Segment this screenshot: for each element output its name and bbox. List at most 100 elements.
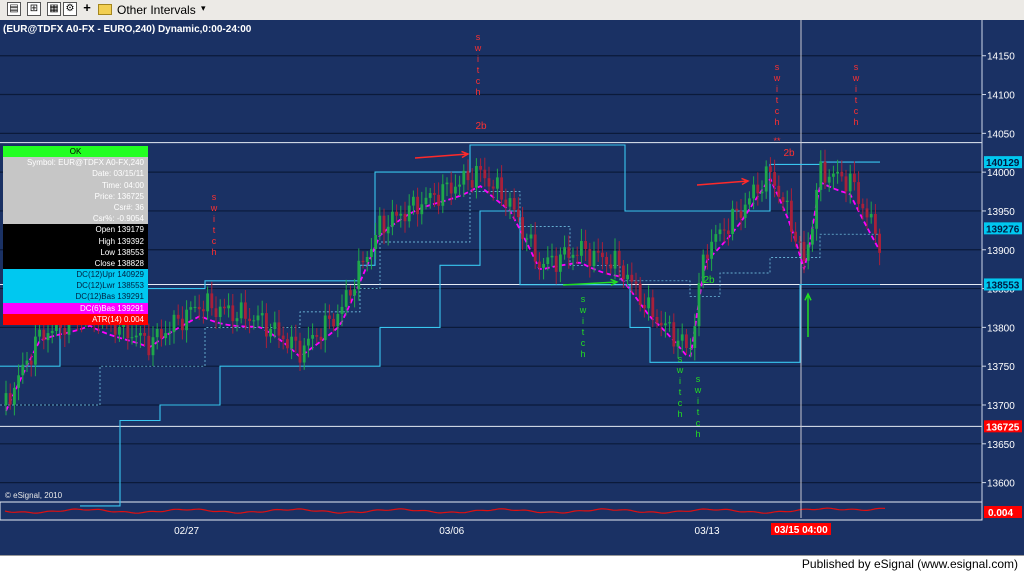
published-by: Published by eSignal (www.esignal.com) [801, 557, 1018, 571]
switch-annotation: w [773, 73, 781, 83]
price-chart[interactable]: switchswitchswitchswitchswitch switchswit… [0, 20, 1024, 555]
candle-body [46, 333, 50, 341]
switch-annotation: h [853, 117, 858, 127]
candle-body [378, 215, 382, 235]
info-dc6-basis: DC(6)Bas 139291 [3, 302, 148, 314]
candle-body [433, 193, 436, 195]
candle-body [29, 360, 33, 365]
candle-body [454, 186, 457, 194]
candle-body [315, 335, 319, 337]
candle-body [311, 335, 314, 339]
candle-body [626, 274, 629, 280]
switch-annotation: w [694, 385, 702, 395]
candle-body [353, 289, 356, 296]
candle-body [143, 333, 146, 336]
y-tick-label: 13800 [987, 323, 1015, 334]
candle-body [370, 249, 373, 257]
candle-body [239, 302, 243, 319]
candle-body [706, 254, 709, 259]
candle-body [458, 184, 461, 187]
candle-body [437, 194, 440, 206]
properties-icon[interactable]: ▦ [47, 2, 61, 16]
candle-body [403, 213, 407, 222]
two-b-annotation: 2b [703, 275, 715, 286]
folder-icon[interactable] [98, 4, 112, 15]
candle-body [676, 340, 680, 347]
two-b-annotation: 2b [783, 148, 795, 159]
candle-body [8, 393, 12, 405]
candle-body [571, 254, 575, 258]
ok-button[interactable]: OK [3, 146, 148, 158]
y-tick-label: 14050 [987, 129, 1015, 140]
switch-annotation: s [476, 32, 481, 42]
candle-body [428, 193, 432, 198]
candle-body [857, 182, 860, 204]
candle-body [596, 250, 600, 253]
candle-body [391, 211, 394, 227]
candle-body [760, 191, 764, 194]
format-icon[interactable]: ⊞ [27, 2, 41, 16]
y-tick-label: 13750 [987, 362, 1015, 373]
switch-annotation: h [580, 349, 585, 359]
switch-annotation: w [852, 73, 860, 83]
candle-body [533, 234, 537, 262]
candle-body [273, 322, 277, 329]
info-symbol: Symbol: EUR@TDFX A0-FX,240 [3, 157, 148, 169]
chart-title: (EUR@TDFX A0-FX - EURO,240) Dynamic,0:00… [3, 24, 252, 35]
add-icon[interactable]: + [80, 1, 94, 16]
candle-body [374, 235, 377, 250]
watermark: © eSignal, 2010 [5, 491, 63, 500]
candle-body [357, 260, 361, 290]
candle-body [693, 326, 697, 348]
switch-annotation: s [678, 354, 683, 364]
info-date: Date: 03/15/11 [3, 168, 148, 180]
candle-body [735, 208, 739, 211]
candle-body [538, 261, 541, 268]
chevron-down-icon[interactable]: ▾ [201, 3, 206, 14]
candle-body [185, 309, 188, 331]
candle-body [344, 290, 348, 307]
settings-icon[interactable]: ⚙ [63, 2, 77, 16]
candle-body [718, 229, 722, 235]
switch-annotation: c [696, 418, 701, 428]
candle-body [798, 241, 802, 243]
candle-body [298, 340, 302, 363]
candle-body [714, 234, 718, 242]
chart-type-icon[interactable]: ▤ [7, 2, 21, 16]
switch-annotation: i [213, 214, 215, 224]
candle-body [4, 393, 8, 405]
switch-annotation: i [679, 376, 681, 386]
candle-body [172, 314, 176, 333]
switch-annotation: w [579, 305, 587, 315]
candle-body [500, 177, 503, 200]
candle-body [613, 250, 617, 269]
candle-body [827, 176, 831, 183]
candle-body [134, 335, 138, 338]
candle-body [462, 170, 466, 185]
candle-body [668, 322, 671, 324]
candle-body [42, 329, 46, 341]
candle-body [748, 198, 751, 205]
candle-body [336, 314, 340, 327]
candle-body [181, 318, 184, 331]
info-atr: ATR(14) 0.004 [3, 313, 148, 325]
candle-body [277, 322, 281, 336]
candle-body [34, 336, 37, 365]
switch-annotation: c [476, 76, 481, 86]
candle-body [844, 176, 848, 192]
info-time: Time: 04:00 [3, 179, 148, 191]
chart-area[interactable]: switchswitchswitchswitchswitchswitchswit… [0, 20, 1024, 555]
candle-body [365, 257, 369, 263]
candle-body [563, 247, 566, 255]
switch-annotation: i [855, 84, 857, 94]
switch-annotation: s [854, 62, 859, 72]
candle-body [508, 198, 512, 207]
interval-dropdown[interactable]: Other Intervals [117, 3, 196, 17]
candle-body [727, 230, 730, 234]
candle-body [424, 197, 428, 205]
y-tick-label: 13650 [987, 440, 1015, 451]
price-tag-label: 140129 [986, 158, 1020, 169]
candle-body [252, 320, 256, 322]
candle-body [601, 252, 604, 258]
candle-body [521, 217, 524, 239]
